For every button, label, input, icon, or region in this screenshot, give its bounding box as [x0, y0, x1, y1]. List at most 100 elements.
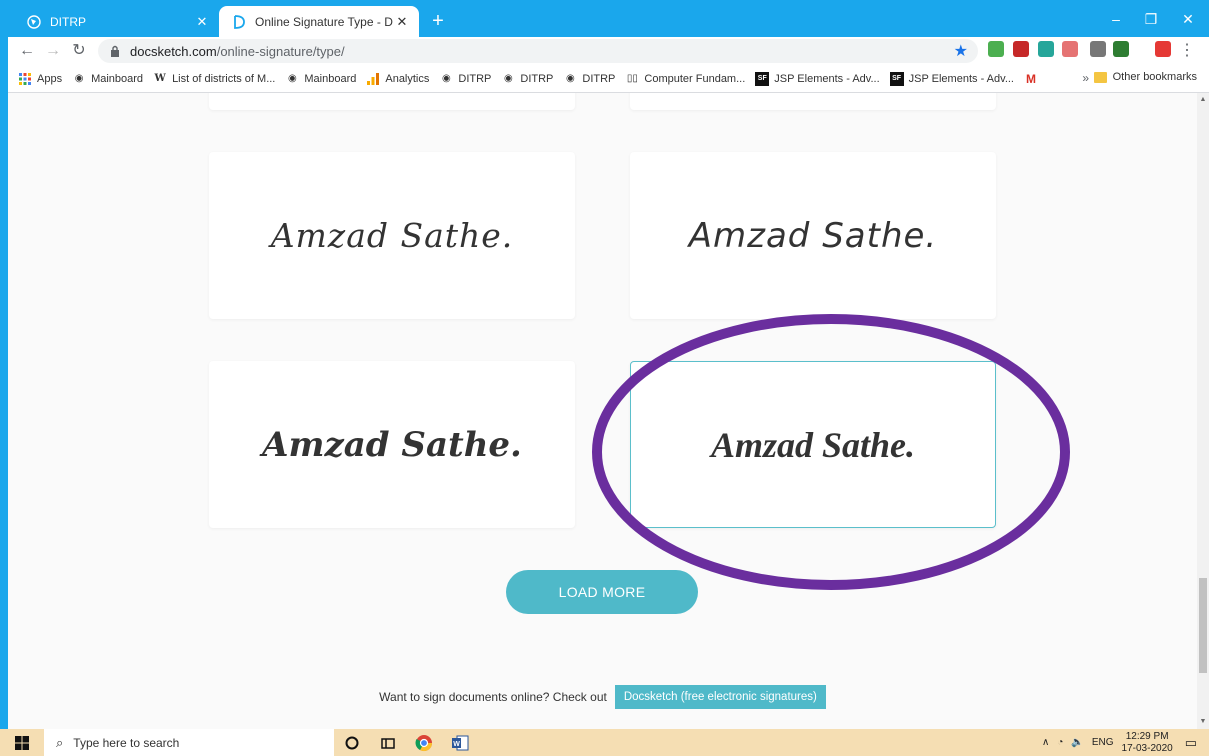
bookmark-ditrp-3[interactable]: ◉ DITRP [563, 72, 615, 86]
bookmark-label: Apps [37, 72, 63, 85]
cortana-icon[interactable] [334, 729, 370, 756]
bookmark-label: Computer Fundam... [644, 72, 746, 85]
extension-icon[interactable] [1013, 41, 1029, 57]
bookmark-label: DITRP [520, 72, 554, 85]
bookmark-jsp-elements-2[interactable]: SF JSP Elements - Adv... [889, 71, 1014, 86]
bookmark-computer-fundamentals[interactable]: ▯▯ Computer Fundam... [625, 72, 745, 86]
other-bookmarks-label: Other bookmarks [1112, 71, 1197, 83]
sf-icon: SF [755, 71, 770, 86]
scroll-up-arrow-icon[interactable]: ▲ [1197, 93, 1209, 107]
docsketch-link[interactable]: Docsketch (free electronic signatures) [614, 685, 826, 709]
bookmark-apps[interactable]: Apps [18, 72, 62, 86]
bookmark-star-icon[interactable]: ★ [954, 41, 968, 61]
bookmark-mainboard[interactable]: ◉ Mainboard [72, 72, 143, 86]
folder-icon [1093, 71, 1107, 83]
search-icon: ⌕ [56, 734, 64, 750]
extension-icon[interactable] [988, 41, 1004, 57]
extension-icon[interactable] [1113, 41, 1129, 57]
notification-icon[interactable]: ▭ [1185, 735, 1197, 751]
bookmark-label: DITRP [582, 72, 616, 85]
taskbar-search[interactable]: ⌕ Type here to search [44, 729, 334, 756]
reload-icon[interactable]: ↻ [68, 40, 90, 62]
address-bar[interactable]: docsketch.com/online-signature/type/ ★ [98, 39, 978, 63]
bookmark-label: JSP Elements - Adv... [774, 72, 880, 85]
windows-start-icon[interactable] [0, 729, 44, 756]
signature-card[interactable]: Amzad Sathe. [209, 361, 575, 528]
signature-card-selected[interactable]: Amzad Sathe. [630, 361, 996, 528]
new-tab-button[interactable]: + [426, 10, 450, 34]
volume-icon[interactable]: 🔈 [1071, 737, 1083, 748]
minimize-button[interactable]: – [1101, 8, 1131, 30]
globe-icon: ◉ [288, 73, 297, 84]
chevron-right-icon[interactable]: » [1082, 71, 1089, 85]
extension-icon[interactable] [1038, 41, 1054, 57]
signature-card[interactable]: Amzad Sathe. [630, 152, 996, 319]
close-icon[interactable]: ✕ [393, 14, 411, 30]
language-indicator[interactable]: ENG [1092, 737, 1114, 748]
clock[interactable]: 12:29 PM 17-03-2020 [1122, 731, 1173, 755]
forward-arrow-icon[interactable]: → [42, 40, 64, 62]
sf-icon: SF [889, 71, 904, 86]
vertical-scrollbar[interactable]: ▲ ▼ [1197, 93, 1209, 729]
lock-icon [111, 45, 119, 57]
svg-text:W: W [453, 741, 460, 748]
bookmarks-bar: Apps ◉ Mainboard W List of districts of M.… [8, 65, 1209, 93]
bookmark-label: Mainboard [304, 72, 357, 85]
scroll-down-arrow-icon[interactable]: ▼ [1197, 715, 1209, 729]
signature-card[interactable]: Amzad Sathe. [209, 152, 575, 319]
other-bookmarks[interactable]: Other bookmarks [1093, 71, 1197, 83]
signature-text: Amzad Sathe. [262, 424, 522, 465]
browser-window: DITRP ✕ Online Signature Type - Docsketc… [8, 0, 1209, 729]
close-window-button[interactable]: ✕ [1173, 8, 1203, 30]
globe-icon: ◉ [74, 73, 84, 84]
extension-icon[interactable] [1062, 41, 1078, 57]
search-placeholder: Type here to search [73, 735, 180, 750]
scroll-thumb[interactable] [1199, 578, 1207, 673]
network-icon[interactable]: ◔ [1057, 737, 1063, 748]
globe-icon: ◉ [504, 73, 513, 84]
restore-button[interactable]: ❐ [1136, 8, 1166, 30]
signature-card[interactable] [209, 93, 575, 110]
bookmark-jsp-elements[interactable]: SF JSP Elements - Adv... [755, 71, 880, 86]
clock-date: 17-03-2020 [1121, 742, 1173, 754]
bookmark-label: JSP Elements - Adv... [908, 72, 1014, 85]
url-path: /online-signature/type/ [216, 43, 345, 59]
back-arrow-icon[interactable]: ← [16, 40, 38, 62]
word-icon[interactable]: W [442, 729, 478, 756]
tab-title: Online Signature Type - Docsketch [255, 14, 393, 29]
tab-docsketch[interactable]: Online Signature Type - Docsketch ✕ [219, 6, 419, 37]
gmail-icon: M [1025, 71, 1036, 86]
bookmark-ditrp[interactable]: ◉ DITRP [439, 72, 491, 86]
analytics-icon [366, 72, 380, 86]
bookmark-ditrp-2[interactable]: ◉ DITRP [501, 72, 553, 86]
task-view-icon[interactable] [370, 729, 406, 756]
close-icon[interactable]: ✕ [193, 14, 211, 30]
clock-time: 12:29 PM [1125, 730, 1169, 742]
load-more-button[interactable]: LOAD MORE [506, 570, 698, 614]
book-icon: ▯▯ [626, 73, 638, 84]
menu-kebab-icon[interactable]: ⋮ [1179, 40, 1195, 60]
tab-strip: DITRP ✕ Online Signature Type - Docsketc… [8, 0, 1209, 37]
globe-icon: ◉ [442, 73, 451, 84]
signature-text: Amzad Sathe. [270, 216, 514, 255]
chevron-up-icon[interactable]: ∧ [1042, 737, 1049, 748]
bookmark-gmail[interactable]: M [1024, 72, 1043, 86]
extension-icon[interactable] [1090, 41, 1106, 57]
url-host: docsketch.com [130, 43, 217, 59]
signature-card[interactable] [630, 93, 996, 110]
bookmark-wikipedia[interactable]: W List of districts of M... [153, 72, 275, 86]
signature-text: Amzad Sathe. [688, 215, 938, 256]
bookmark-label: Analytics [385, 72, 430, 85]
bookmark-analytics[interactable]: Analytics [366, 72, 429, 86]
bookmark-mainboard-2[interactable]: ◉ Mainboard [285, 72, 356, 86]
signature-text: Amzad Sathe. [710, 424, 916, 465]
extension-icon[interactable] [1155, 41, 1171, 57]
bookmark-label: DITRP [458, 72, 492, 85]
bookmark-label: Mainboard [91, 72, 144, 85]
chrome-icon[interactable] [406, 729, 442, 756]
footer-cta: Want to sign documents online? Check out… [8, 685, 1197, 709]
tab-ditrp[interactable]: DITRP ✕ [14, 6, 219, 37]
windows-taskbar: ⌕ Type here to search W ∧ ◔ 🔈 ENG 12:29 … [0, 729, 1209, 756]
footer-text: Want to sign documents online? Check out [379, 690, 607, 704]
tab-title: DITRP [50, 14, 86, 29]
